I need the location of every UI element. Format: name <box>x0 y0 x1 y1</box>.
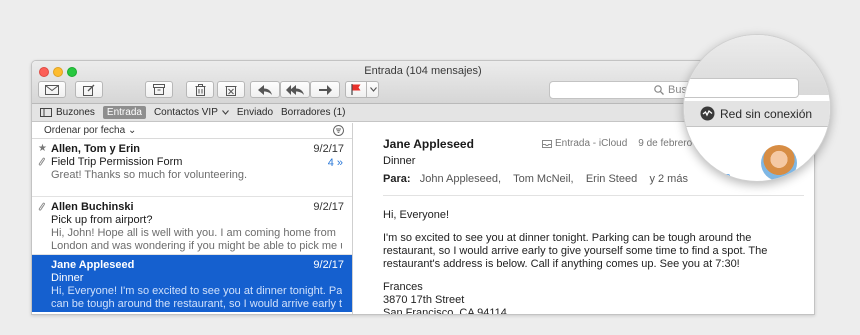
favorite-label: Enviado <box>236 107 274 118</box>
delete-button[interactable] <box>186 81 214 98</box>
favorite-mailboxes[interactable]: Buzones <box>40 107 95 118</box>
archive-icon <box>153 84 165 95</box>
chevron-down-icon: ⌄ <box>127 125 137 136</box>
message-preview: Great! Thanks so much for volunteering. <box>51 169 248 181</box>
chevron-down-icon <box>221 110 229 115</box>
message-subject: Pick up from airport? <box>51 214 153 226</box>
message-subject: Field Trip Permission Form <box>51 156 183 168</box>
trash-icon <box>195 83 205 96</box>
header-divider <box>383 195 804 196</box>
viewer-date: 9 de febrero <box>638 138 693 149</box>
message-sender: Allen Buchinski <box>51 201 134 213</box>
thread-count-badge[interactable]: 4 » <box>328 157 343 169</box>
envelope-icon <box>45 84 59 95</box>
filter-icon[interactable] <box>333 125 344 136</box>
forward-button[interactable] <box>310 81 340 98</box>
body-paragraph: I'm so excited to see you at dinner toni… <box>383 232 768 270</box>
message-sender: Jane Appleseed <box>51 259 135 271</box>
reply-button[interactable] <box>250 81 280 98</box>
details-link[interactable]: alles <box>704 169 731 181</box>
chevron-down-icon <box>370 87 377 92</box>
magnifier-callout: Red sin conexión alles <box>683 34 831 182</box>
message-preview: London and was wondering if you might be… <box>51 240 342 252</box>
star-icon: ★ <box>38 143 47 154</box>
message-preview: Hi, Everyone! I'm so excited to see you … <box>51 285 342 297</box>
message-date: 9/2/17 <box>313 201 344 213</box>
viewer-sender: Jane Appleseed <box>383 137 474 151</box>
favorite-label: Contactos VIP <box>153 107 218 118</box>
message-preview: can be tough around the restaurant, so I… <box>51 298 342 310</box>
compose-button[interactable] <box>75 81 103 98</box>
favorite-drafts[interactable]: Borradores (1) <box>281 107 345 118</box>
avatar <box>761 145 797 181</box>
inbox-icon <box>542 139 552 148</box>
message-body: Hi, Everyone! I'm so excited to see you … <box>383 209 803 315</box>
magnified-favorites-bar: Red sin conexión <box>684 101 830 127</box>
message-list: Ordenar por fecha ⌄ ★ Allen, Tom y Erin … <box>32 123 353 314</box>
search-icon <box>654 85 664 95</box>
reply-all-button[interactable] <box>280 81 310 98</box>
favorite-label: Entrada <box>106 107 142 118</box>
recipient[interactable]: Tom McNeil, <box>513 173 574 185</box>
offline-icon[interactable] <box>700 106 715 121</box>
message-row-selected[interactable]: Jane Appleseed 9/2/17 Dinner Hi, Everyon… <box>32 255 352 312</box>
flag-icon <box>351 84 361 95</box>
junk-button[interactable] <box>217 81 245 98</box>
forward-icon <box>318 84 332 95</box>
sort-button[interactable]: Ordenar por fecha ⌄ <box>44 125 136 136</box>
reply-icon <box>258 84 272 95</box>
viewer-mailbox: Entrada - iCloud 9 de febrero <box>542 138 692 149</box>
favorite-label: Borradores (1) <box>281 107 346 118</box>
favorite-vip[interactable]: Contactos VIP <box>154 107 229 118</box>
more-recipients-link[interactable]: y 2 más <box>649 173 688 185</box>
paperclip-icon <box>38 202 45 211</box>
sort-bar: Ordenar por fecha ⌄ <box>32 123 352 139</box>
paperclip-icon <box>38 157 45 166</box>
message-row[interactable]: Allen Buchinski 9/2/17 Pick up from airp… <box>32 197 352 255</box>
message-date: 9/2/17 <box>313 143 344 155</box>
message-preview: Hi, John! Hope all is well with you. I a… <box>51 227 336 239</box>
favorite-sent[interactable]: Enviado <box>237 107 273 118</box>
reply-all-icon <box>286 84 304 95</box>
recipient[interactable]: John Appleseed, <box>420 173 501 185</box>
flag-button[interactable] <box>345 81 379 98</box>
message-date: 9/2/17 <box>313 259 344 271</box>
favorite-inbox[interactable]: Entrada <box>102 106 146 119</box>
message-subject: Dinner <box>51 272 84 284</box>
viewer-recipients: Para: John Appleseed, Tom McNeil, Erin S… <box>383 173 688 185</box>
compose-icon <box>83 84 95 96</box>
message-sender: Allen, Tom y Erin <box>51 143 141 155</box>
viewer-subject: Dinner <box>383 155 416 167</box>
message-row[interactable]: ★ Allen, Tom y Erin 9/2/17 4 » Field Tri… <box>32 139 352 197</box>
junk-icon <box>225 85 237 96</box>
sidebar-toggle-icon <box>40 108 52 117</box>
favorite-label: Buzones <box>56 107 95 118</box>
body-paragraph: Hi, Everyone! <box>383 209 450 221</box>
archive-button[interactable] <box>145 81 173 98</box>
body-signature: Frances 3870 17th Street San Francisco, … <box>383 281 507 315</box>
recipient[interactable]: Erin Steed <box>586 173 637 185</box>
get-mail-button[interactable] <box>38 81 66 98</box>
magnified-search-field <box>684 78 799 98</box>
offline-status: Red sin conexión <box>720 106 813 121</box>
